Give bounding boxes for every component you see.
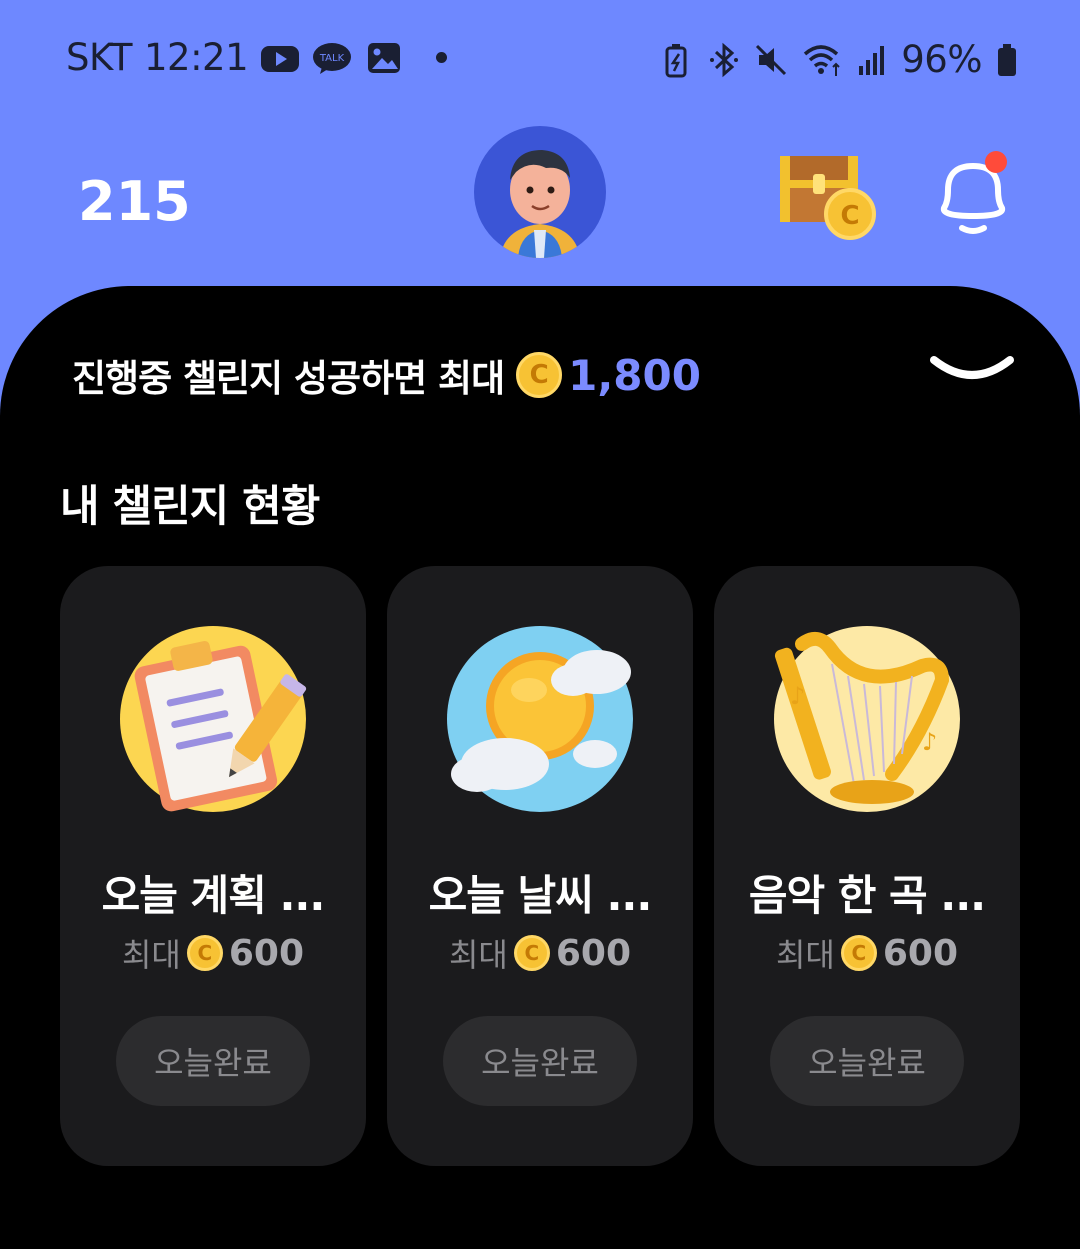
reward-amount: 600 xyxy=(555,932,632,974)
max-reward-banner: 진행중 챌린지 성공하면 최대 C 1,800 xyxy=(72,348,701,402)
gallery-icon xyxy=(368,42,401,73)
bluetooth-icon xyxy=(710,42,739,77)
notification-more-dot xyxy=(436,52,448,63)
avatar[interactable] xyxy=(474,126,606,258)
challenge-card[interactable]: 오늘 계획 ... 최대 C 600 오늘완료 xyxy=(60,566,366,1166)
challenge-title: 오늘 날씨 ... xyxy=(428,871,653,920)
clock: 12:21 xyxy=(143,36,249,79)
battery-saver-icon xyxy=(665,43,687,77)
coin-icon: C xyxy=(516,352,563,398)
banner-text: 진행중 챌린지 성공하면 최대 xyxy=(72,357,505,400)
challenge-card[interactable]: 오늘 날씨 ... 최대 C 600 오늘완료 xyxy=(387,566,693,1166)
avatar-illustration xyxy=(500,150,580,258)
svg-text:♪: ♪ xyxy=(790,682,805,710)
svg-text:C: C xyxy=(840,201,859,231)
kakaotalk-icon: TALK xyxy=(313,42,352,74)
sun-cloud-icon xyxy=(447,626,633,812)
challenge-title: 오늘 계획 ... xyxy=(101,871,326,920)
clipboard-icon xyxy=(120,626,307,812)
coin-icon: C xyxy=(186,935,223,971)
mute-icon xyxy=(756,44,787,75)
harp-icon: ♪ ♪ xyxy=(774,626,960,812)
status-right: 96% xyxy=(659,38,1018,81)
notification-bell-icon[interactable] xyxy=(930,150,1016,236)
coin-icon: C xyxy=(840,935,877,971)
section-title: 내 챌린지 현황 xyxy=(60,482,320,532)
svg-text:♪: ♪ xyxy=(922,728,937,756)
signal-icon xyxy=(859,45,885,75)
reward-amount: 600 xyxy=(882,932,959,974)
chevron-down-icon[interactable] xyxy=(928,350,1016,394)
status-bar: SKT 12:21 TALK 96% xyxy=(0,0,1080,120)
today-complete-button[interactable]: 오늘완료 xyxy=(116,1016,310,1106)
youtube-icon xyxy=(261,45,300,72)
battery-percent: 96% xyxy=(901,38,982,81)
wifi-icon xyxy=(804,44,840,76)
challenge-reward: 최대 C 600 xyxy=(387,930,693,976)
carrier-label: SKT xyxy=(66,36,132,79)
battery-icon xyxy=(998,43,1016,76)
points-counter: 215 xyxy=(78,170,191,233)
challenge-reward: 최대 C 600 xyxy=(714,930,1020,976)
reward-label: 최대 xyxy=(775,936,835,974)
reward-amount: 600 xyxy=(228,932,305,974)
challenge-reward: 최대 C 600 xyxy=(60,930,366,976)
today-complete-button[interactable]: 오늘완료 xyxy=(443,1016,637,1106)
challenge-card[interactable]: ♪ ♪ 음악 한 곡 ... 최대 C 600 오늘완료 xyxy=(714,566,1020,1166)
coin-icon: C xyxy=(513,935,550,971)
today-complete-button[interactable]: 오늘완료 xyxy=(770,1016,964,1106)
notification-badge xyxy=(985,151,1007,173)
svg-text:TALK: TALK xyxy=(319,53,345,64)
status-left: SKT 12:21 TALK xyxy=(66,36,448,79)
challenge-title: 음악 한 곡 ... xyxy=(748,871,986,920)
reward-label: 최대 xyxy=(448,936,508,974)
treasure-chest-icon[interactable]: C xyxy=(776,152,880,242)
reward-label: 최대 xyxy=(121,936,181,974)
banner-amount: 1,800 xyxy=(568,350,701,400)
